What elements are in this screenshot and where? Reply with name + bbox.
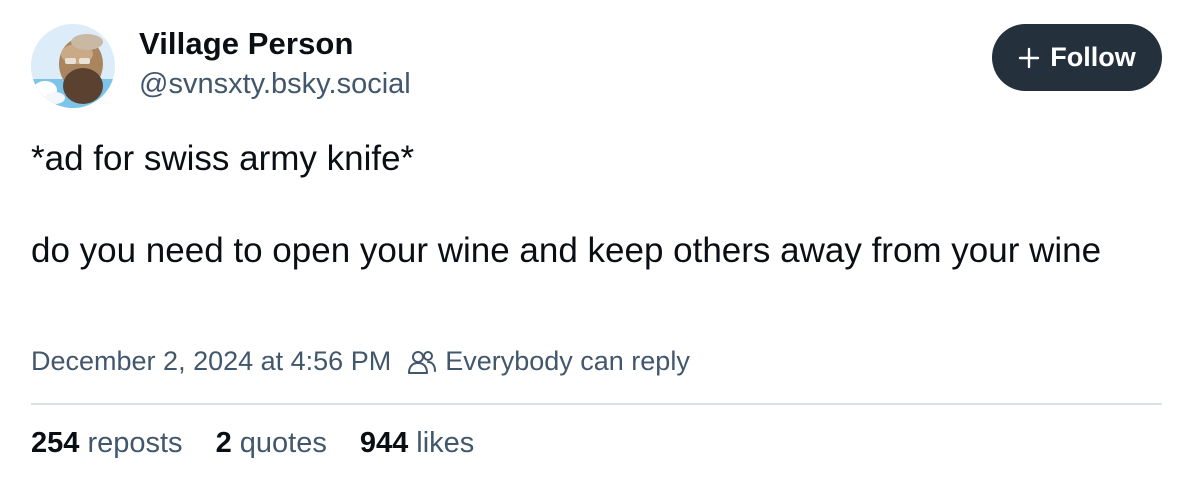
post-text: *ad for swiss army knife* do you need to… <box>31 136 1161 274</box>
reposts-label: reposts <box>87 427 183 459</box>
author-avatar[interactable] <box>31 24 115 108</box>
post-meta: December 2, 2024 at 4:56 PM Everybody ca… <box>31 346 690 377</box>
quotes-label: quotes <box>239 427 327 459</box>
reposts-stat[interactable]: 254 reposts <box>31 427 183 460</box>
author-display-name[interactable]: Village Person <box>139 26 353 62</box>
quotes-count: 2 <box>215 427 232 459</box>
plus-icon <box>1019 47 1040 68</box>
bearded-man-avatar-icon <box>31 24 115 108</box>
people-icon <box>408 350 437 374</box>
post-timestamp[interactable]: December 2, 2024 at 4:56 PM <box>31 346 391 377</box>
post-card: Village Person @svnsxty.bsky.social Foll… <box>0 0 1182 478</box>
post-paragraph: *ad for swiss army knife* <box>31 139 415 178</box>
post-paragraph: do you need to open your wine and keep o… <box>31 231 1102 270</box>
quotes-stat[interactable]: 2 quotes <box>216 427 327 460</box>
author-handle[interactable]: @svnsxty.bsky.social <box>139 68 411 101</box>
divider <box>31 403 1162 405</box>
reply-setting: Everybody can reply <box>445 346 690 376</box>
follow-button[interactable]: Follow <box>992 24 1162 91</box>
likes-label: likes <box>416 427 475 459</box>
reposts-count: 254 <box>31 427 80 459</box>
follow-button-label: Follow <box>1050 42 1136 72</box>
likes-count: 944 <box>359 427 409 459</box>
likes-stat[interactable]: 944 likes <box>360 427 474 460</box>
post-stats: 254 reposts 2 quotes 944 likes <box>31 427 507 460</box>
